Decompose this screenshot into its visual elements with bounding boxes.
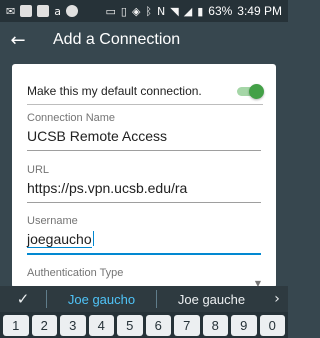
connection-name-underline <box>27 150 261 151</box>
battery-percent: 63% <box>208 4 233 18</box>
status-bar: ✉ a ▭ ▯ ◈ ᛒ N ◥ ◢ ▮ 63% 3:49 PM <box>0 0 288 22</box>
key-1[interactable]: 1 <box>3 314 29 336</box>
connection-name-input[interactable]: UCSB Remote Access <box>27 128 261 146</box>
keyboard-number-row: 1 2 3 4 5 6 7 8 9 0 <box>0 312 288 338</box>
battery-icon: ▮ <box>197 4 204 18</box>
nfc-icon: N <box>157 4 166 18</box>
vibrate-icon: ▯ <box>120 4 127 18</box>
connection-name-label: Connection Name <box>27 112 116 124</box>
connection-name-field[interactable]: Connection Name UCSB Remote Access <box>27 112 261 151</box>
username-input[interactable]: joegaucho <box>27 231 92 248</box>
key-9[interactable]: 9 <box>231 314 257 336</box>
username-input-wrapper[interactable]: joegaucho <box>27 231 261 249</box>
url-underline <box>27 202 261 203</box>
amazon-icon: a <box>54 4 61 18</box>
bluetooth-icon: ᛒ <box>145 4 153 18</box>
suggestion-item[interactable]: Joe gaucho <box>47 292 156 307</box>
app-icon <box>37 5 50 17</box>
cast-icon: ▭ <box>105 4 116 18</box>
key-3[interactable]: 3 <box>60 314 86 336</box>
key-5[interactable]: 5 <box>117 314 143 336</box>
page-title: Add a Connection <box>53 31 181 48</box>
wifi-icon: ◥ <box>170 4 179 18</box>
key-2[interactable]: 2 <box>31 314 57 336</box>
keyboard-suggestion-bar: ✓ Joe gaucho Joe gauche › <box>0 286 288 312</box>
key-6[interactable]: 6 <box>145 314 171 336</box>
connection-form-card: Make this my default connection. Connect… <box>12 64 276 288</box>
username-label: Username <box>27 215 78 227</box>
text-caret <box>92 231 94 246</box>
default-connection-toggle[interactable] <box>237 84 264 99</box>
notification-icons: ✉ a <box>6 5 78 17</box>
url-input[interactable]: https://ps.vpn.ucsb.edu/ra <box>27 180 261 198</box>
check-icon[interactable]: ✓ <box>0 290 46 308</box>
key-4[interactable]: 4 <box>88 314 114 336</box>
signal-icon: ◢ <box>183 4 193 18</box>
back-arrow-icon[interactable]: ← <box>0 22 36 58</box>
shield-icon: ◈ <box>131 4 141 18</box>
url-label: URL <box>27 164 50 176</box>
divider <box>27 104 263 105</box>
picture-icon <box>20 5 33 17</box>
auth-type-field[interactable]: Authentication Type ▼ <box>27 267 261 288</box>
mail-icon: ✉ <box>6 4 16 18</box>
key-8[interactable]: 8 <box>202 314 228 336</box>
auth-type-label: Authentication Type <box>27 267 124 279</box>
chevron-right-icon[interactable]: › <box>266 291 288 307</box>
key-0[interactable]: 0 <box>259 314 285 336</box>
chat-icon <box>65 5 78 17</box>
system-icons: ▭ ▯ ◈ ᛒ N ◥ ◢ ▮ 63% 3:49 PM <box>105 4 282 18</box>
username-underline <box>27 253 261 255</box>
url-field[interactable]: URL https://ps.vpn.ucsb.edu/ra <box>27 164 261 203</box>
toggle-thumb <box>249 84 264 99</box>
key-7[interactable]: 7 <box>174 314 200 336</box>
default-connection-label: Make this my default connection. <box>27 84 202 98</box>
app-bar: ← Add a Connection <box>0 22 288 58</box>
status-time: 3:49 PM <box>237 4 282 18</box>
default-connection-row[interactable]: Make this my default connection. <box>27 82 264 100</box>
suggestion-item[interactable]: Joe gauche <box>157 292 266 307</box>
username-field[interactable]: Username joegaucho <box>27 215 261 255</box>
